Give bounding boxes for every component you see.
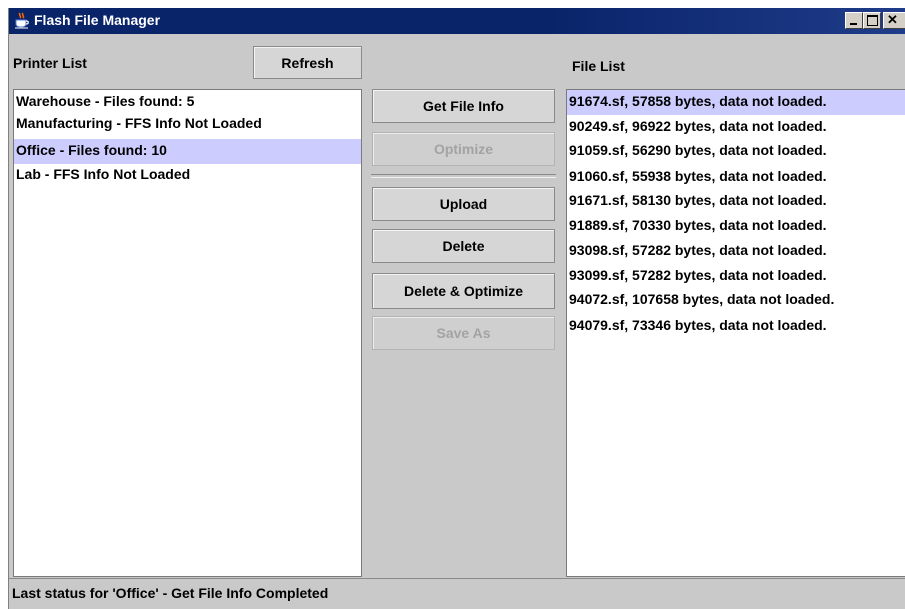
maximize-icon[interactable]: [863, 12, 881, 29]
refresh-button[interactable]: Refresh: [253, 46, 362, 79]
printer-list[interactable]: Warehouse - Files found: 5 Manufacturing…: [13, 89, 362, 577]
file-list-item[interactable]: 90249.sf, 96922 bytes, data not loaded.: [567, 115, 905, 140]
flash-file-manager-window: Flash File Manager Printer List Refresh …: [8, 8, 905, 609]
button-separator: [371, 174, 556, 178]
delete-button[interactable]: Delete: [372, 229, 555, 263]
file-list[interactable]: 91674.sf, 57858 bytes, data not loaded. …: [566, 89, 905, 577]
java-coffee-cup-icon: [15, 12, 29, 29]
file-list-item[interactable]: 91671.sf, 58130 bytes, data not loaded.: [567, 189, 905, 214]
get-file-info-button[interactable]: Get File Info: [372, 89, 555, 123]
file-list-item-selected[interactable]: 91674.sf, 57858 bytes, data not loaded.: [567, 90, 905, 115]
printer-list-item-selected[interactable]: Office - Files found: 10: [14, 139, 361, 164]
printer-list-item[interactable]: Manufacturing - FFS Info Not Loaded: [14, 112, 361, 137]
printer-list-item[interactable]: Lab - FFS Info Not Loaded: [14, 163, 361, 188]
file-list-item[interactable]: 94072.sf, 107658 bytes, data not loaded.: [567, 288, 905, 313]
close-icon[interactable]: [883, 12, 905, 29]
title-bar[interactable]: Flash File Manager: [9, 8, 905, 34]
upload-button[interactable]: Upload: [372, 187, 555, 221]
file-list-label: File List: [572, 58, 625, 74]
minimize-icon[interactable]: [845, 12, 863, 29]
file-list-item[interactable]: 91889.sf, 70330 bytes, data not loaded.: [567, 214, 905, 239]
window-title: Flash File Manager: [34, 12, 161, 28]
file-list-item[interactable]: 94079.sf, 73346 bytes, data not loaded.: [567, 314, 905, 339]
printer-list-label: Printer List: [13, 55, 87, 71]
file-list-item[interactable]: 91059.sf, 56290 bytes, data not loaded.: [567, 139, 905, 164]
save-as-button[interactable]: Save As: [372, 316, 555, 350]
file-list-item[interactable]: 91060.sf, 55938 bytes, data not loaded.: [567, 165, 905, 190]
file-list-item[interactable]: 93098.sf, 57282 bytes, data not loaded.: [567, 239, 905, 264]
status-text: Last status for 'Office' - Get File Info…: [12, 585, 329, 601]
status-bar: Last status for 'Office' - Get File Info…: [9, 578, 905, 609]
optimize-button[interactable]: Optimize: [372, 132, 555, 166]
file-list-item[interactable]: 93099.sf, 57282 bytes, data not loaded.: [567, 264, 905, 289]
delete-optimize-button[interactable]: Delete & Optimize: [372, 273, 555, 309]
